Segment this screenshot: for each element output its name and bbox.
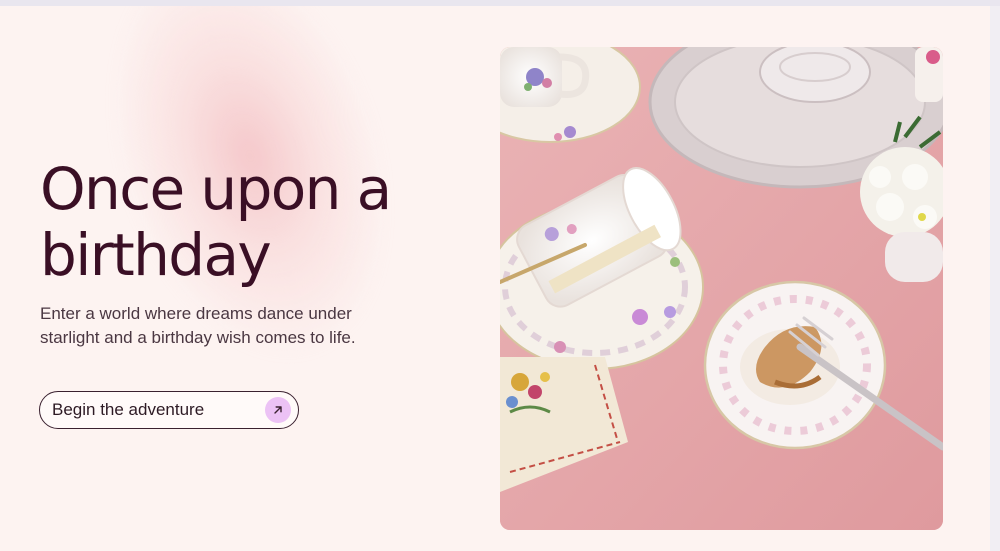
hero-copy: Once upon a birthday Enter a world where… (40, 156, 470, 350)
arrow-up-right-icon (265, 397, 291, 423)
begin-adventure-button[interactable]: Begin the adventure (39, 391, 299, 429)
page-viewport: Once upon a birthday Enter a world where… (0, 6, 990, 551)
hero-headline: Once upon a birthday (40, 156, 470, 288)
cta-label: Begin the adventure (52, 400, 205, 419)
tea-party-photo (500, 47, 943, 530)
hero-subtext: Enter a world where dreams dance under s… (40, 302, 420, 350)
headline-line-1: Once upon a (40, 155, 392, 223)
subtext-line-1: Enter a world where dreams dance under (40, 304, 352, 323)
subtext-line-2: starlight and a birthday wish comes to l… (40, 328, 356, 347)
headline-line-2: birthday (40, 221, 272, 289)
page-scrollbar[interactable] (990, 6, 1000, 551)
